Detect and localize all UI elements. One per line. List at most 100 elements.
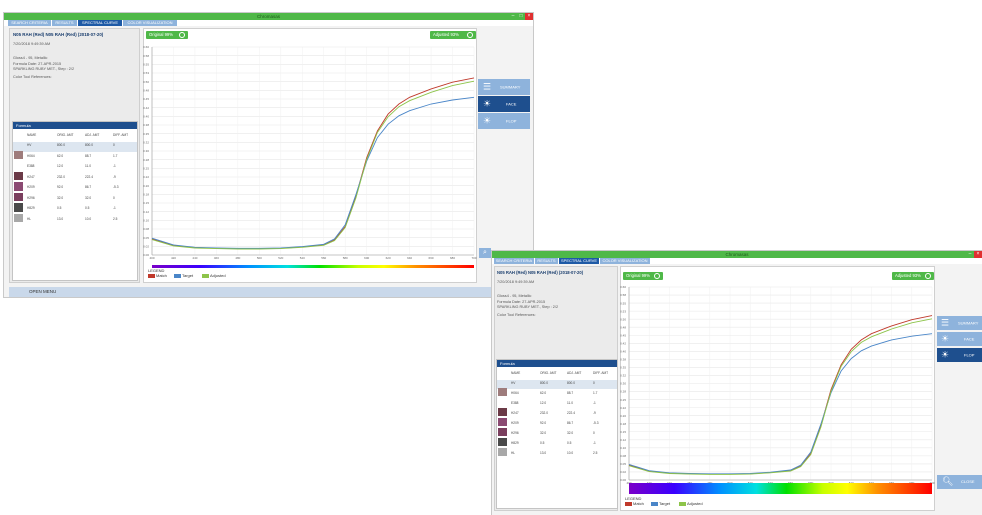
formula-row[interactable]: HL 13.0 10.0 2.5: [13, 213, 137, 226]
face-button[interactable]: ☀ FACE: [937, 332, 982, 346]
diff-amount: -1: [113, 206, 116, 210]
tab-results[interactable]: RESULTS: [52, 20, 77, 26]
formula-column-header: DIFF. AMT: [113, 133, 129, 137]
open-menu-button[interactable]: OPEN MENU: [9, 287, 493, 297]
summary-label: SUMMARY: [500, 84, 521, 90]
y-tick-label: 0.00: [620, 478, 626, 482]
close-icon[interactable]: ×: [974, 251, 982, 258]
series-line-match: [151, 77, 475, 250]
formula-row[interactable]: HV 800.0 800.0 0: [13, 142, 137, 152]
toner-name: HL: [511, 451, 516, 455]
series-line-adjusted: [628, 318, 933, 475]
y-tick-label: 0.25: [143, 167, 149, 171]
summary-button[interactable]: ☰ SUMMARY: [937, 316, 982, 330]
formula-row[interactable]: H064 62.0 88.7 1.7: [13, 150, 137, 163]
orig-amount: 800.0: [57, 143, 65, 147]
x-tick-label: 600: [364, 256, 369, 260]
tab-color-visualization[interactable]: COLOR VISUALIZATION: [123, 20, 177, 26]
orig-amount: 800.0: [540, 381, 548, 385]
summary-button[interactable]: ☰ SUMMARY: [478, 79, 530, 95]
tool-references: Color Tool References:: [497, 313, 536, 317]
chart-legend: LEGEND Match Target Adjusted: [146, 268, 476, 282]
y-tick-label: 0.28: [620, 390, 626, 394]
x-tick-label: 480: [235, 256, 240, 260]
close-icon[interactable]: ×: [525, 13, 533, 20]
x-tick-label: 440: [192, 256, 197, 260]
x-tick-label: 400: [149, 256, 154, 260]
search-icon[interactable]: ⌕: [479, 248, 491, 258]
flop-button[interactable]: ☀ FLOP: [937, 348, 982, 362]
toner-name: H829: [27, 206, 35, 210]
legend-target: Target: [182, 273, 194, 278]
legend-adjusted: Adjusted: [687, 501, 703, 506]
toner-swatch: [14, 203, 23, 212]
orig-amount: 32.0: [57, 195, 64, 200]
x-tick-label: 580: [343, 256, 348, 260]
face-button[interactable]: ☀ FACE: [478, 96, 530, 112]
formula-row[interactable]: E388 12.0 11.0 -1: [13, 163, 137, 173]
y-tick-label: 0.58: [143, 54, 149, 58]
formula-row[interactable]: H296 32.0 32.0 0: [13, 192, 137, 205]
series-line-adjusted: [151, 80, 475, 250]
tab-search-criteria[interactable]: SEARCH CRITERIA: [494, 258, 534, 264]
y-tick-label: 0.08: [143, 227, 149, 231]
y-tick-label: 0.50: [620, 317, 626, 321]
tab-color-visualization[interactable]: COLOR VISUALIZATION: [600, 258, 650, 264]
tab-spectral-curve[interactable]: SPECTRAL CURVE: [559, 258, 599, 264]
formula-row[interactable]: E388 12.0 11.0 -1: [497, 400, 617, 409]
formula-row[interactable]: H829 0.5 0.5 -1: [13, 203, 137, 215]
orig-amount: 232.0: [540, 411, 548, 415]
maximize-icon[interactable]: –: [966, 251, 974, 258]
x-tick-label: 560: [321, 256, 326, 260]
legend-swatch-adjusted: [202, 274, 209, 278]
y-tick-label: 0.32: [620, 374, 626, 378]
formula-row[interactable]: H209 92.0 86.7 -5.3: [497, 418, 617, 429]
legend-swatch-target: [174, 274, 181, 278]
toner-swatch: [14, 192, 23, 201]
chart-legend: LEGEND Match Target Adjusted: [623, 496, 934, 510]
spectral-chart: 0.00 0.02 0.05 0.08 0.10 0.12 0.15 0.18 0.20 0.22…: [620, 285, 935, 494]
diff-amount: -1: [593, 441, 596, 445]
toner-swatch: [14, 171, 23, 180]
flop-button[interactable]: ☀ FLOP: [478, 113, 530, 129]
diff-amount: -9: [593, 411, 596, 415]
formula-row[interactable]: HV 800.0 800.0 0: [497, 380, 617, 389]
close-button[interactable]: 🔍︎ CLOSE: [937, 475, 982, 489]
formula-row[interactable]: H296 32.0 32.0 0: [497, 428, 617, 439]
toner-name: H296: [27, 195, 35, 200]
y-tick-label: 0.48: [143, 89, 149, 93]
minimize-icon[interactable]: –: [509, 13, 517, 20]
maximize-icon[interactable]: □: [517, 13, 525, 20]
tab-results[interactable]: RESULTS: [535, 258, 558, 264]
tab-search-criteria[interactable]: SEARCH CRITERIA: [8, 20, 51, 26]
formula-row[interactable]: H064 62.0 88.7 1.7: [497, 388, 617, 399]
adj-amount: 800.0: [567, 381, 575, 385]
adj-amount: 800.0: [85, 143, 93, 147]
formula-row[interactable]: H247 232.0 222.4 -9: [13, 171, 137, 184]
y-tick-label: 0.12: [143, 210, 149, 214]
diff-amount: 1.7: [593, 391, 598, 395]
toner-name: H829: [511, 441, 519, 445]
formula-row[interactable]: H209 92.0 86.7 -5.3: [13, 182, 137, 194]
formula-row[interactable]: H247 232.0 222.4 -9: [497, 408, 617, 419]
tab-spectral-curve[interactable]: SPECTRAL CURVE: [78, 20, 122, 26]
legend-target: Target: [659, 501, 671, 506]
toner-swatch: [498, 438, 507, 446]
spectral-chart: 0.00 0.02 0.05 0.08 0.10 0.12 0.15 0.18 0.20 0.22…: [143, 45, 477, 277]
y-tick-label: 0.15: [143, 201, 149, 205]
toner-swatch: [14, 182, 23, 191]
color-info-panel: N05 RAH (Red) N05 RAH (Red) (2018-07-20)…: [494, 266, 618, 511]
toner-name: H209: [511, 421, 519, 425]
diff-amount: -5.3: [113, 185, 119, 189]
formula-title: Formula: [13, 122, 137, 129]
formula-row[interactable]: H829 0.5 0.5 -1: [497, 438, 617, 449]
diff-amount: 0: [593, 431, 595, 435]
y-tick-label: 0.10: [143, 219, 149, 223]
formula-row[interactable]: HL 13.0 10.0 2.5: [497, 448, 617, 459]
window-title: Chromasas: [725, 252, 749, 257]
color-date: 7/20/2018 9:49:39 AM: [13, 42, 51, 46]
face-label: FACE: [506, 101, 517, 107]
y-tick-label: 0.30: [620, 382, 626, 386]
y-tick-label: 0.60: [620, 285, 626, 289]
x-tick-label: 640: [407, 256, 412, 260]
